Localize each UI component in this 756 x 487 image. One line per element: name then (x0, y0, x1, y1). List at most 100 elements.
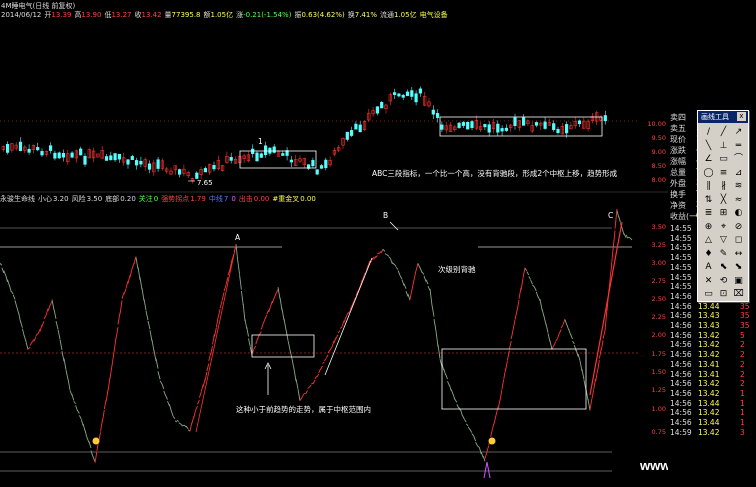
candle (521, 117, 526, 126)
candle (358, 124, 362, 133)
close-icon[interactable]: x (737, 112, 746, 121)
draw-tool-icon[interactable]: ⌧ (732, 288, 745, 301)
indicator-segment (57, 329, 61, 340)
draw-tool-icon[interactable]: ▣ (732, 275, 745, 288)
draw-tool-icon[interactable]: ✕ (702, 275, 715, 288)
draw-tool-icon[interactable]: ♦ (702, 248, 715, 261)
draw-tool-icon[interactable]: ⊥ (717, 140, 730, 153)
indicator-segment (125, 280, 129, 289)
indicator-segment (121, 292, 125, 299)
indicator-segment (29, 341, 33, 346)
draw-tool-icon[interactable]: ≡ (717, 167, 730, 180)
tick-time: 14:55 (670, 233, 692, 243)
draw-tool-icon[interactable]: ⊡ (717, 288, 730, 301)
tick-vol: 2 (740, 379, 745, 389)
indicator-axis-label: 3.25 (651, 241, 666, 249)
draw-tool-icon[interactable]: ≣ (702, 207, 715, 220)
draw-tool-icon[interactable]: ◯ (702, 167, 715, 180)
indicator-segment (27, 346, 31, 350)
draw-tool-icon[interactable]: ∦ (717, 180, 730, 193)
draw-tool-icon[interactable]: ≋ (732, 180, 745, 193)
draw-tool-icon[interactable]: ▭ (702, 288, 715, 301)
draw-tool-icon[interactable]: ∠ (702, 153, 715, 166)
chart-area[interactable]: 4M睡电气(日线 前复权) 2014/06/12 开13.39 高13.90 低13.… (0, 0, 741, 487)
quote-label: 外盘 (670, 179, 686, 188)
tick-time: 14:56 (670, 359, 692, 369)
indicator-segment (115, 327, 119, 339)
indicator-segment (465, 423, 469, 427)
draw-tool-icon[interactable]: ⊕ (702, 221, 715, 234)
drawing-toolbox[interactable]: 画线工具 x / ╱ ↗ ╲ ⊥ ═ ∠ ▭ ⌒ ◯ ≡ ⊿ ∥ ∦ ≋ ⇅ ╳ ≈ ≣ ⊞ ◐ ⊕ ⌖ ⊘ △ ▽ ◻ ♦ ✎ ↔ A ⬉ ⬊… (697, 110, 749, 302)
draw-tool-icon[interactable]: ═ (732, 140, 745, 153)
draw-tool-icon[interactable]: ⊘ (732, 221, 745, 234)
tick-price: 13.42 (698, 340, 720, 350)
tick-time: 14:56 (670, 340, 692, 350)
indicator-segment (182, 424, 185, 427)
draw-tool-icon[interactable]: ⊞ (717, 207, 730, 220)
toolbox-titlebar[interactable]: 画线工具 x (698, 111, 748, 123)
float-value: 1.05亿 (393, 11, 417, 19)
indicator-segment (417, 263, 421, 269)
draw-tool-icon[interactable]: ◐ (732, 207, 745, 220)
indicator-segment (508, 340, 512, 350)
indicator-segment (431, 304, 435, 317)
draw-tool-icon[interactable]: ◻ (732, 234, 745, 247)
indicator-segment (301, 393, 305, 398)
draw-tool-icon[interactable]: ⌒ (732, 153, 745, 166)
draw-tool-icon[interactable]: ⟲ (717, 275, 730, 288)
indicator-segment (260, 323, 264, 330)
indicator-segment (560, 324, 564, 329)
draw-tool-icon[interactable]: A (702, 261, 715, 274)
draw-tool-icon[interactable]: ⊿ (732, 167, 745, 180)
quote-label: 换手 (670, 190, 686, 199)
indicator-segment (266, 309, 270, 315)
indicator-segment (37, 329, 41, 335)
draw-tool-icon[interactable]: △ (702, 234, 715, 247)
draw-tool-icon[interactable]: ⇅ (702, 194, 715, 207)
param-value: 0.00 (300, 195, 316, 203)
indicator-segment (322, 361, 325, 364)
indicator-segment (49, 301, 53, 306)
indicator-segment (25, 341, 29, 350)
draw-tool-icon[interactable]: ╱ (717, 126, 730, 139)
indicator-segment (168, 404, 172, 412)
draw-tool-icon[interactable]: ⬊ (732, 261, 745, 274)
draw-tool-icon[interactable]: ▭ (717, 153, 730, 166)
indicator-segment (526, 271, 530, 276)
indicator-segment (499, 389, 503, 401)
draw-tool-icon[interactable]: ✎ (717, 248, 730, 261)
indicator-segment (437, 344, 441, 359)
candle (130, 156, 134, 160)
indicator-segment (248, 338, 251, 347)
indicator-segment (581, 369, 585, 380)
draw-tool-icon[interactable]: ⬉ (717, 261, 730, 274)
low-value: 13.27 (111, 11, 132, 19)
draw-tool-icon[interactable]: / (702, 126, 715, 139)
indicator-segment (1, 267, 5, 274)
draw-tool-icon[interactable]: ↗ (732, 126, 745, 139)
tick-time: 14:56 (670, 291, 692, 301)
candle (27, 148, 31, 153)
indicator-segment (395, 266, 399, 270)
draw-tool-icon[interactable]: ↔ (732, 248, 745, 261)
tick-row: 14:56 13.42 2 (668, 379, 756, 389)
indicator-segment (409, 289, 413, 300)
draw-tool-icon[interactable]: ▽ (717, 234, 730, 247)
tick-vol: 2 (740, 359, 745, 369)
draw-tool-icon[interactable]: ╲ (702, 140, 715, 153)
indicator-segment (123, 288, 127, 295)
indicator-segment (264, 314, 268, 320)
indicator-axis-label: 3.00 (651, 259, 666, 267)
indicator-segment (600, 340, 604, 351)
candle (564, 124, 569, 134)
draw-tool-icon[interactable]: ≈ (732, 194, 745, 207)
draw-tool-icon[interactable]: ∥ (702, 180, 715, 193)
draw-tool-icon[interactable]: ╳ (717, 194, 730, 207)
candle (483, 124, 487, 128)
indicator-segment (562, 318, 566, 325)
tick-row: 14:56 13.44 1 (668, 418, 756, 428)
draw-tool-icon[interactable]: ⌖ (717, 221, 730, 234)
indicator-segment (105, 389, 109, 402)
indicator-segment (486, 445, 490, 453)
candle (543, 121, 547, 129)
